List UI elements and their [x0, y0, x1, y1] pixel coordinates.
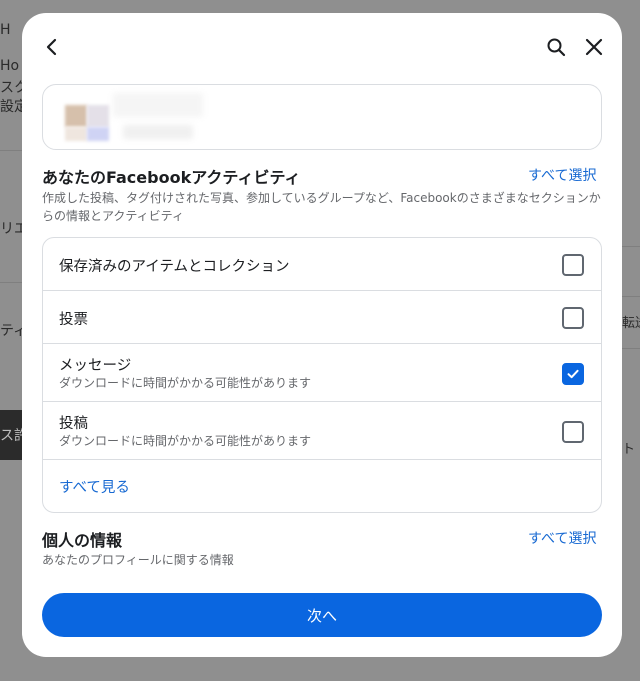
bg-divider: [622, 246, 640, 247]
activity-row-messages[interactable]: メッセージ ダウンロードに時間がかかる可能性があります: [43, 344, 601, 402]
facebook-activity-title: あなたのFacebookアクティビティ: [42, 168, 301, 187]
select-all-personal-link[interactable]: すべて選択: [528, 528, 596, 548]
row-title: 投票: [59, 312, 88, 328]
download-info-dialog: あなたのFacebookアクティビティ すべて選択 作成した投稿、タグ付けされた…: [22, 13, 622, 657]
scroll-fade: [22, 569, 622, 589]
chevron-left-icon: [46, 38, 57, 56]
bg-fragment: Ho: [0, 58, 20, 74]
bg-fragment: 転送: [622, 316, 640, 331]
blurred-avatar: [87, 105, 109, 127]
bg-right-panel: 転送 ト ロ: [622, 0, 640, 681]
search-icon: [547, 38, 566, 57]
personal-info-title: 個人の情報: [42, 531, 123, 550]
row-subtitle: ダウンロードに時間がかかる可能性があります: [59, 434, 312, 448]
close-button[interactable]: [578, 31, 610, 63]
activity-list: 保存済みのアイテムとコレクション 投票 メッセージ ダウンロードに時間がかかる可…: [42, 237, 602, 513]
blurred-profile-subtext: [123, 125, 193, 139]
bg-divider: [0, 282, 22, 283]
row-title: 保存済みのアイテムとコレクション: [59, 259, 290, 275]
blurred-avatar: [65, 127, 87, 141]
row-subtitle: ダウンロードに時間がかかる可能性があります: [59, 376, 312, 390]
next-button[interactable]: 次へ: [42, 593, 602, 637]
blurred-profile-name: [113, 93, 203, 117]
back-button[interactable]: [36, 31, 68, 63]
personal-info-description: あなたのプロフィールに関する情報: [42, 553, 234, 567]
bg-divider: [622, 348, 640, 349]
activity-row-saved-items[interactable]: 保存済みのアイテムとコレクション: [43, 238, 601, 291]
row-title: メッセージ: [59, 358, 132, 374]
bg-divider: [0, 150, 22, 151]
select-all-activity-link[interactable]: すべて選択: [528, 165, 596, 185]
activity-row-polls[interactable]: 投票: [43, 291, 601, 344]
posts-checkbox[interactable]: [562, 421, 584, 443]
search-button[interactable]: [540, 31, 572, 63]
blurred-avatar: [87, 127, 109, 141]
checkmark-icon: [567, 369, 579, 379]
dialog-header: [22, 13, 622, 77]
bg-fragment: ト ロ: [622, 442, 640, 457]
blurred-avatar: [65, 105, 87, 127]
close-icon: [585, 38, 603, 56]
polls-checkbox[interactable]: [562, 307, 584, 329]
activity-row-posts[interactable]: 投稿 ダウンロードに時間がかかる可能性があります: [43, 402, 601, 460]
profile-card: [42, 84, 602, 150]
saved-items-checkbox[interactable]: [562, 254, 584, 276]
row-title: 投稿: [59, 416, 88, 432]
see-all-link[interactable]: すべて見る: [59, 476, 130, 497]
facebook-activity-description: 作成した投稿、タグ付けされた写真、参加しているグループなど、Facebookのさ…: [42, 191, 601, 223]
messages-checkbox[interactable]: [562, 363, 584, 385]
bg-divider: [622, 296, 640, 297]
bg-fragment: H: [0, 22, 11, 38]
